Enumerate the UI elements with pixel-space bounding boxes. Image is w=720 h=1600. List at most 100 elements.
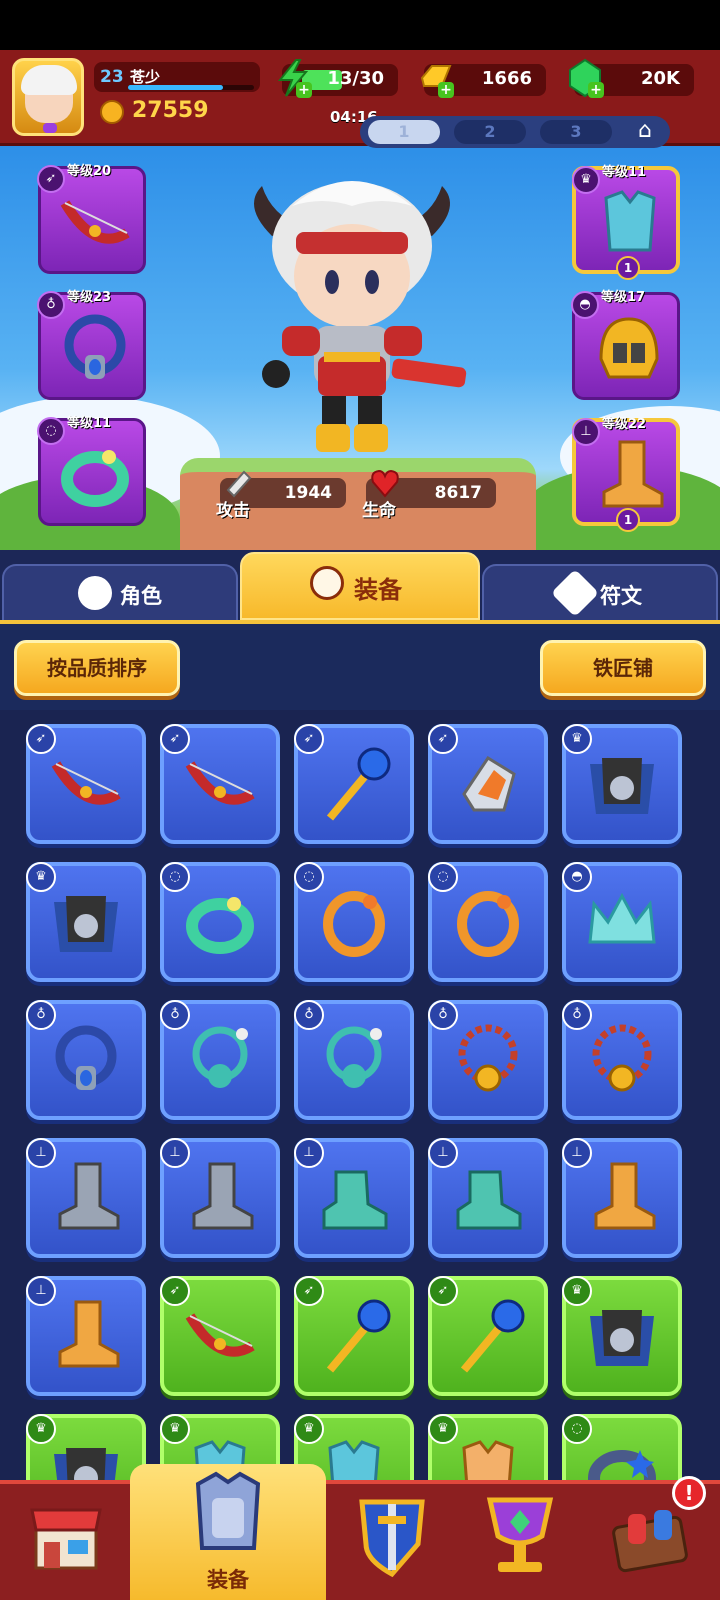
power-value: 27559 (132, 98, 209, 123)
equipped-helmet-slot[interactable]: 等级17 ◓ (571, 290, 680, 400)
staff-icon (460, 1299, 525, 1373)
sort-by-quality-button[interactable]: 按品质排序 (14, 640, 180, 696)
green-ring-icon (186, 897, 254, 954)
attack-icon (226, 470, 252, 498)
energy-value: 13/30 (327, 68, 384, 89)
inventory-item[interactable]: ➶ (26, 724, 146, 844)
cloak-armor-icon (54, 1448, 118, 1480)
energy-plus-button[interactable]: + (296, 82, 312, 98)
inventory-item[interactable]: ⊥ (562, 1138, 682, 1258)
inventory-item[interactable]: ➶ (428, 724, 548, 844)
equipped-necklace-slot[interactable]: 等级23 ♁ (37, 290, 146, 400)
inventory-item[interactable]: ♁ (160, 1000, 280, 1120)
gem-plus-button[interactable]: + (588, 82, 604, 98)
tab-bar: 角色 装备 符文 (0, 550, 720, 620)
nav-trophy[interactable] (456, 1484, 586, 1600)
inventory-item[interactable]: ➶ (160, 1276, 280, 1396)
inventory-item[interactable]: ➶ (294, 1276, 414, 1396)
player-avatar[interactable] (12, 58, 84, 136)
inventory-item[interactable]: ♛ (26, 1414, 146, 1480)
octopus-amulet-icon (326, 1026, 382, 1088)
wardrobe-hanger-icon[interactable]: ⌂ (628, 118, 662, 146)
player-name-bar[interactable]: 23 苍少 (94, 62, 260, 92)
preset-3-button[interactable]: 3 (540, 120, 612, 144)
staff-icon (326, 747, 391, 821)
gauntlet-icon (462, 755, 516, 812)
inventory-item[interactable]: ◌ (294, 862, 414, 982)
inventory-item[interactable]: ♛ (26, 862, 146, 982)
preset-1-button[interactable]: 1 (368, 120, 440, 144)
equipped-armor-slot[interactable]: 等级11 ♛ 1 (572, 165, 680, 280)
tab-runes[interactable]: 符文 (482, 564, 718, 620)
heart-icon (371, 469, 399, 498)
inventory-item[interactable]: ♛ (428, 1414, 548, 1480)
bow-icon (51, 761, 121, 805)
inventory-item[interactable]: ♁ (428, 1000, 548, 1120)
status-bar (0, 0, 720, 50)
ring-icon (61, 450, 129, 507)
inventory-item[interactable]: ⊥ (294, 1138, 414, 1258)
bow-icon (185, 1313, 255, 1357)
tab-character[interactable]: 角色 (2, 564, 238, 620)
inventory-item[interactable]: ⊥ (26, 1138, 146, 1258)
nav-shop[interactable] (0, 1484, 130, 1600)
slot-level: 等级11 (67, 416, 112, 431)
avatar-gem-icon (43, 123, 57, 133)
inventory-item[interactable]: ⊥ (160, 1138, 280, 1258)
slot-level: 等级17 (601, 290, 646, 305)
power-icon (100, 100, 124, 124)
notification-badge: ! (672, 1476, 706, 1510)
equipped-ring-slot[interactable]: 等级11 ◌ (37, 416, 146, 526)
inventory-item[interactable]: ➶ (294, 724, 414, 844)
chain-amulet-icon (592, 1024, 652, 1092)
player-level: 23 (100, 67, 124, 87)
inventory-item[interactable]: ◌ (562, 1414, 682, 1480)
equipment-nav-icon (195, 1471, 261, 1550)
blue-ring-icon (588, 1450, 656, 1480)
cloak-armor-icon (590, 1310, 654, 1366)
crown-icon (588, 892, 656, 944)
gem-counter[interactable]: + 20K (569, 58, 694, 98)
inventory-item[interactable]: ◌ (428, 862, 548, 982)
orange-boots-icon (58, 1300, 120, 1368)
gold-counter[interactable]: + 1666 (420, 64, 546, 98)
helmet-icon (599, 317, 659, 379)
orange-ring-icon (323, 891, 385, 957)
shop-icon (30, 1508, 102, 1570)
nav-equipment[interactable]: 装备 (130, 1464, 326, 1600)
inventory-item[interactable]: ◌ (160, 862, 280, 982)
inventory-item[interactable]: ♁ (26, 1000, 146, 1120)
nav-battle[interactable] (326, 1484, 456, 1600)
hero-character[interactable] (232, 166, 472, 466)
inventory-item[interactable]: ⊥ (26, 1276, 146, 1396)
teal-armor-icon (328, 1440, 380, 1480)
gold-value: 1666 (481, 68, 532, 89)
teal-boots-icon (322, 1170, 388, 1230)
equipped-weapon-slot[interactable]: 等级20 ➶ (37, 164, 146, 274)
equipped-boots-slot[interactable]: 等级22 ⊥ 1 (572, 417, 680, 532)
inventory-item[interactable]: ♁ (294, 1000, 414, 1120)
orange-armor-icon (462, 1440, 514, 1480)
inventory-item[interactable]: ➶ (160, 724, 280, 844)
blacksmith-button[interactable]: 铁匠铺 (540, 640, 706, 696)
nav-events[interactable]: ! (586, 1476, 720, 1600)
inventory-item[interactable]: ♛ (562, 724, 682, 844)
blue-amulet-icon (55, 1025, 117, 1090)
nav-equipment-label: 装备 (207, 1568, 249, 1592)
inventory-item[interactable]: ♁ (562, 1000, 682, 1120)
tab-equipment[interactable]: 装备 (240, 552, 480, 620)
energy-counter[interactable]: + 13/30 (277, 59, 398, 98)
inventory-item[interactable]: ➶ (428, 1276, 548, 1396)
grey-boots-icon (192, 1162, 254, 1230)
inventory-item[interactable]: ♛ (562, 1276, 682, 1396)
teal-boots-icon (456, 1170, 522, 1230)
inventory-item[interactable]: ⊥ (428, 1138, 548, 1258)
gold-plus-button[interactable]: + (438, 82, 454, 98)
cloak-armor-icon (590, 758, 654, 814)
preset-2-button[interactable]: 2 (454, 120, 526, 144)
upgrade-badge: 1 (616, 508, 640, 532)
inventory-item[interactable]: ◓ (562, 862, 682, 982)
slot-level: 等级20 (67, 164, 112, 179)
equipment-icon (310, 566, 344, 600)
loadout-presets: 1 2 3 ⌂ (360, 116, 670, 148)
